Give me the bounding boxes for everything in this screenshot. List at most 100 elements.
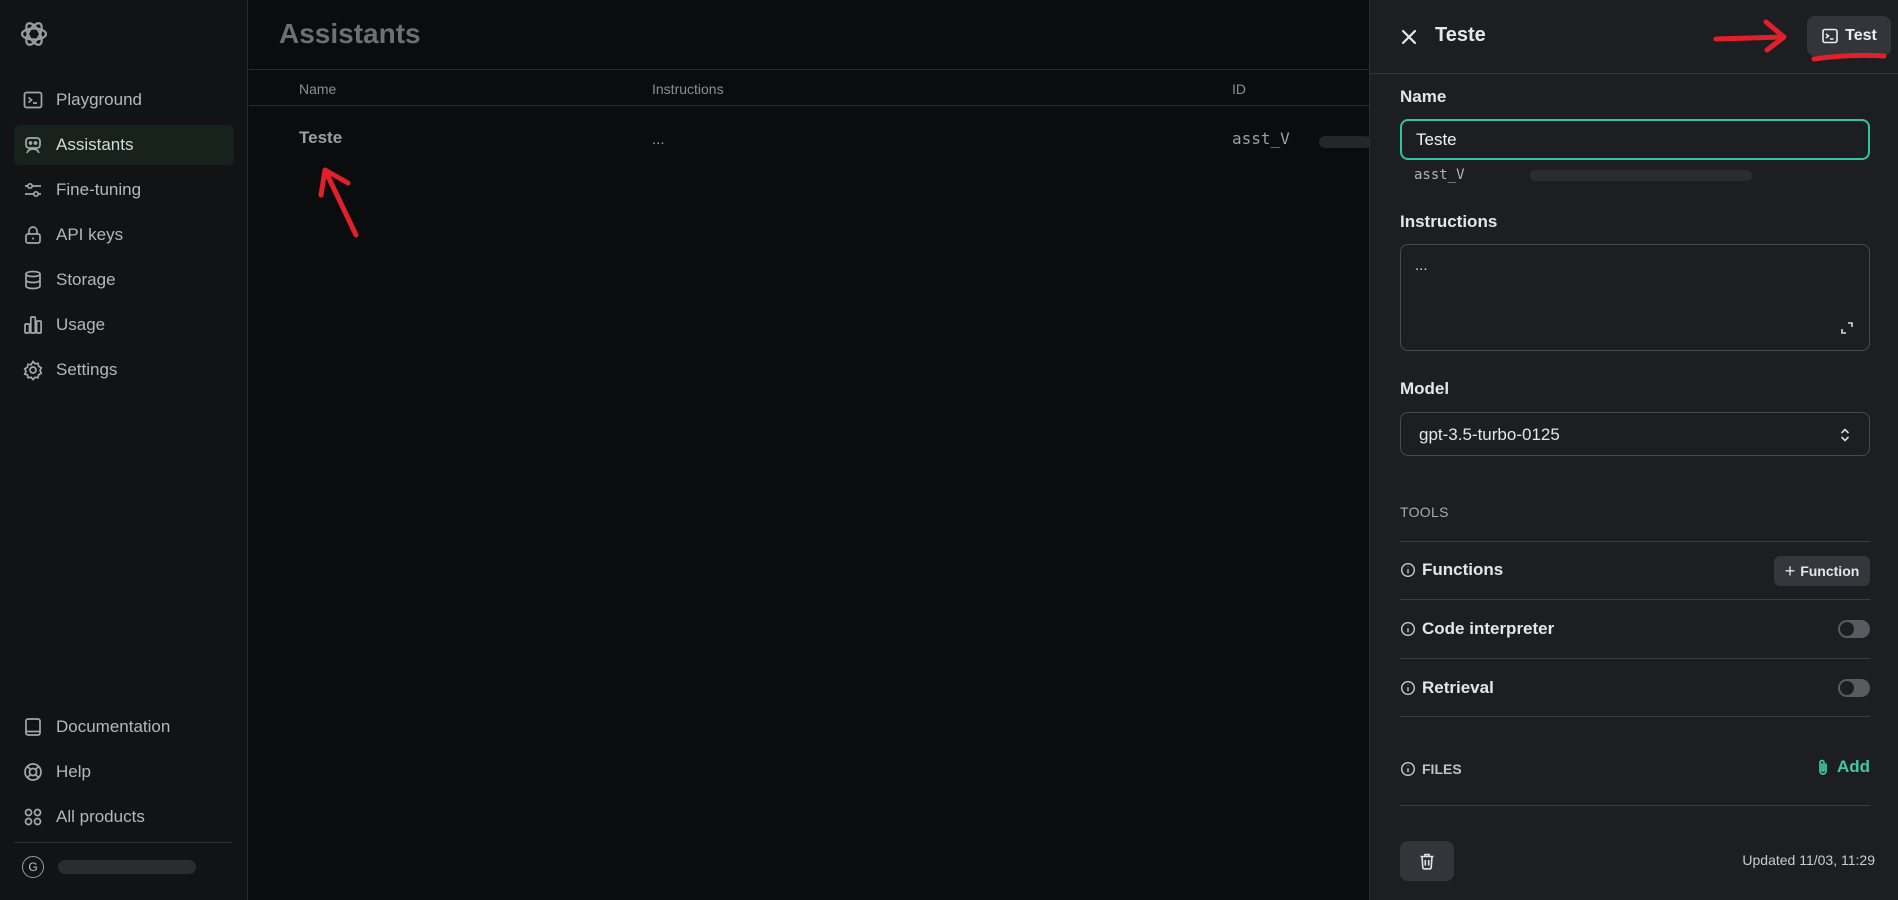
user-menu[interactable]: G [22, 856, 196, 878]
sidebar-item-label: All products [56, 807, 145, 826]
redacted-user-name [58, 860, 196, 874]
sidebar-item-label: Assistants [56, 135, 134, 154]
toggle-knob [1840, 681, 1854, 695]
lock-icon [22, 224, 44, 246]
toggle-knob [1840, 622, 1854, 636]
grid-icon [22, 806, 44, 828]
tool-row-functions: Functions + Function [1400, 550, 1870, 590]
lifebuoy-icon [22, 761, 44, 783]
divider [1400, 805, 1870, 806]
table-header: Name Instructions ID [249, 70, 1369, 106]
redacted-id [1530, 170, 1752, 181]
tool-row-code-interpreter: Code interpreter [1400, 609, 1870, 649]
info-icon[interactable] [1400, 680, 1416, 696]
column-header-id: ID [1232, 81, 1246, 97]
add-file-label: Add [1836, 757, 1870, 776]
divider [1400, 599, 1870, 600]
info-icon[interactable] [1400, 562, 1416, 578]
functions-label: Functions [1422, 560, 1504, 579]
sidebar-item-documentation[interactable]: Documentation [14, 707, 234, 747]
sidebar-item-label: Usage [56, 315, 106, 334]
database-icon [22, 269, 44, 291]
sidebar-item-assistants[interactable]: Assistants [14, 125, 234, 165]
annotation-arrow-up [318, 167, 359, 238]
sidebar-item-all-products[interactable]: All products [14, 797, 234, 837]
updated-timestamp: Updated 11/03, 11:29 [1742, 852, 1875, 868]
close-icon[interactable] [1397, 25, 1421, 49]
sidebar-item-playground[interactable]: Playground [14, 80, 234, 120]
sidebar-item-settings[interactable]: Settings [14, 350, 234, 390]
sidebar-bottom-nav: Documentation Help All products [14, 707, 234, 842]
code-interpreter-label: Code interpreter [1422, 619, 1555, 638]
name-label: Name [1400, 87, 1447, 106]
paperclip-icon [1819, 759, 1827, 775]
table-row[interactable]: Teste ... asst_V [249, 107, 1371, 169]
files-row: FILES Add [1400, 749, 1870, 789]
terminal-icon [22, 89, 44, 111]
chevron-updown-icon [1840, 428, 1850, 442]
sidebar-divider [14, 842, 232, 843]
trash-icon [1420, 853, 1434, 870]
sidebar-item-api-keys[interactable]: API keys [14, 215, 234, 255]
tool-row-retrieval: Retrieval [1400, 668, 1870, 708]
assistant-name-cell: Teste [299, 128, 343, 147]
add-file-button[interactable]: Add [1815, 757, 1870, 777]
sidebar-item-fine-tuning[interactable]: Fine-tuning [14, 170, 234, 210]
redacted-id [1319, 136, 1371, 148]
test-button-label: Test [1845, 27, 1877, 44]
name-input[interactable] [1400, 119, 1870, 160]
sidebar-item-storage[interactable]: Storage [14, 260, 234, 300]
tools-section-label: TOOLS [1400, 504, 1449, 520]
divider [1400, 541, 1870, 542]
files-section-label: FILES [1422, 761, 1462, 777]
assistant-id-cell: asst_V [1232, 129, 1290, 148]
divider [1400, 716, 1870, 717]
instructions-textarea[interactable]: ... [1400, 244, 1870, 351]
delete-button[interactable] [1400, 841, 1454, 881]
instructions-text: ... [1415, 257, 1428, 274]
robot-icon [22, 134, 44, 156]
sidebar-item-help[interactable]: Help [14, 752, 234, 792]
sidebar-item-label: Settings [56, 360, 118, 379]
column-header-name: Name [299, 81, 337, 97]
instructions-label: Instructions [1400, 212, 1498, 231]
test-button[interactable]: Test [1807, 16, 1891, 56]
retrieval-label: Retrieval [1422, 678, 1494, 697]
gear-icon [22, 359, 44, 381]
sidebar-item-label: Storage [56, 270, 116, 289]
sidebar-item-label: Help [56, 762, 91, 781]
sliders-icon [22, 179, 44, 201]
code-interpreter-toggle[interactable] [1838, 620, 1870, 638]
info-icon[interactable] [1400, 761, 1416, 777]
divider [1400, 658, 1870, 659]
model-select[interactable]: gpt-3.5-turbo-0125 [1400, 412, 1870, 456]
panel-title: Teste [1435, 24, 1486, 46]
avatar: G [22, 856, 44, 878]
sidebar-item-label: Fine-tuning [56, 180, 142, 199]
sidebar: Playground Assistants Fine-tuning API ke… [0, 0, 248, 900]
assistant-editor-panel: Teste Test Name asst_V Instructions ... … [1369, 0, 1898, 900]
book-icon [22, 716, 44, 738]
main-content: Assistants Name Instructions ID Teste ..… [249, 0, 1371, 900]
retrieval-toggle[interactable] [1838, 679, 1870, 697]
sidebar-item-label: Documentation [56, 717, 171, 736]
bar-chart-icon [22, 314, 44, 336]
terminal-icon [1822, 28, 1838, 44]
page-title: Assistants [279, 18, 421, 49]
info-icon[interactable] [1400, 621, 1416, 637]
column-header-instructions: Instructions [652, 81, 724, 97]
sidebar-nav: Playground Assistants Fine-tuning API ke… [14, 80, 234, 395]
plus-icon: + [1784, 560, 1796, 581]
assistant-instructions-cell: ... [652, 131, 665, 148]
model-value: gpt-3.5-turbo-0125 [1419, 425, 1560, 444]
sidebar-item-label: API keys [56, 225, 124, 244]
panel-header: Teste Test [1370, 0, 1898, 74]
expand-icon[interactable] [1839, 320, 1855, 336]
openai-logo-icon[interactable] [18, 18, 50, 50]
add-function-button[interactable]: + Function [1774, 556, 1870, 586]
sidebar-item-label: Playground [56, 90, 143, 109]
model-label: Model [1400, 379, 1450, 398]
add-function-label: Function [1800, 563, 1860, 579]
assistant-id: asst_V [1414, 167, 1465, 183]
sidebar-item-usage[interactable]: Usage [14, 305, 234, 345]
